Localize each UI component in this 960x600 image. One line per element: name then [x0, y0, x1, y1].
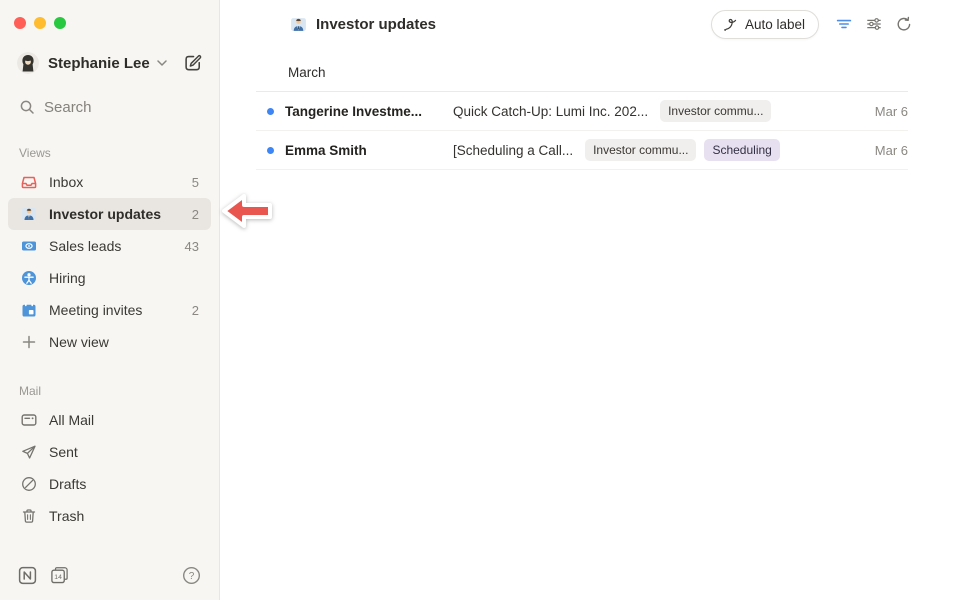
label-pill[interactable]: Investor commu... — [585, 139, 696, 161]
svg-text:14: 14 — [54, 573, 62, 580]
search-button[interactable]: Search — [0, 92, 219, 122]
email-list: March Tangerine Investme... Quick Catch-… — [256, 48, 908, 170]
email-tags: Investor commu... Scheduling — [585, 139, 780, 161]
account-name: Stephanie Lee — [48, 55, 150, 72]
sidebar-item-trash[interactable]: Trash — [8, 500, 211, 532]
auto-label-text: Auto label — [745, 17, 805, 32]
calendar-icon — [21, 302, 37, 318]
email-date: Mar 6 — [875, 143, 908, 158]
profile-switcher[interactable]: Stephanie Lee — [0, 40, 219, 78]
banknote-icon — [21, 238, 37, 254]
sidebar-item-label: Trash — [49, 508, 84, 524]
svg-text:?: ? — [189, 570, 195, 581]
view-header: Investor updates Auto label — [220, 0, 960, 48]
header-toolbar: Auto label — [711, 10, 912, 39]
envelope-icon — [21, 412, 37, 428]
sidebar-item-sent[interactable]: Sent — [8, 436, 211, 468]
pencil-circle-icon — [21, 476, 37, 492]
email-subject: Quick Catch-Up: Lumi Inc. 202... — [453, 104, 648, 119]
unread-dot — [267, 108, 274, 115]
minimize-window-button[interactable] — [34, 17, 46, 29]
sidebar-item-label: Sent — [49, 444, 78, 460]
views-section-label: Views — [0, 144, 219, 162]
email-date: Mar 6 — [875, 104, 908, 119]
investor-person-icon — [290, 16, 307, 33]
sidebar-item-label: Drafts — [49, 476, 86, 492]
unread-count: 5 — [192, 175, 199, 190]
email-row[interactable]: Tangerine Investme... Quick Catch-Up: Lu… — [256, 92, 908, 131]
sidebar-item-label: Investor updates — [49, 206, 161, 222]
unread-dot — [267, 147, 274, 154]
views-nav: Inbox 5 Investor updates 2 Sales leads 4… — [0, 166, 219, 358]
zoom-window-button[interactable] — [54, 17, 66, 29]
email-sender: Tangerine Investme... — [285, 104, 441, 119]
mail-nav: All Mail Sent Drafts Trash — [0, 404, 219, 532]
sidebar-item-meeting-invites[interactable]: Meeting invites 2 — [8, 294, 211, 326]
paper-plane-icon — [21, 444, 37, 460]
email-row[interactable]: Emma Smith [Scheduling a Call... Investo… — [256, 131, 908, 170]
label-pill[interactable]: Scheduling — [704, 139, 779, 161]
search-label: Search — [44, 99, 92, 116]
window-controls — [0, 0, 219, 40]
sidebar-item-new-view[interactable]: New view — [8, 326, 211, 358]
month-group-header: March — [256, 48, 908, 92]
chevron-down-icon — [157, 60, 167, 66]
sliders-icon[interactable] — [866, 16, 882, 32]
email-tags: Investor commu... — [660, 100, 771, 122]
sidebar-item-label: Inbox — [49, 174, 83, 190]
search-icon — [19, 99, 35, 115]
inbox-icon — [21, 174, 37, 190]
unread-count: 2 — [192, 303, 199, 318]
auto-label-button[interactable]: Auto label — [711, 10, 819, 39]
main-content: Investor updates Auto label March Tanger… — [220, 0, 960, 600]
plus-icon — [21, 334, 37, 350]
sidebar-item-drafts[interactable]: Drafts — [8, 468, 211, 500]
filter-icon[interactable] — [836, 16, 852, 32]
sidebar-item-inbox[interactable]: Inbox 5 — [8, 166, 211, 198]
sidebar-item-investor-updates[interactable]: Investor updates 2 — [8, 198, 211, 230]
avatar — [17, 52, 39, 74]
unread-count: 43 — [185, 239, 199, 254]
unread-count: 2 — [192, 207, 199, 222]
sidebar-item-label: Meeting invites — [49, 302, 142, 318]
email-subject: [Scheduling a Call... — [453, 143, 573, 158]
sidebar-item-label: All Mail — [49, 412, 94, 428]
label-pill[interactable]: Investor commu... — [660, 100, 771, 122]
sidebar-item-label: Hiring — [49, 270, 86, 286]
sidebar: Stephanie Lee Search Views Inbox 5 Inves… — [0, 0, 220, 600]
refresh-icon[interactable] — [896, 16, 912, 32]
email-sender: Emma Smith — [285, 143, 441, 158]
sidebar-footer: 14 ? — [0, 550, 219, 600]
mail-section-label: Mail — [0, 382, 219, 400]
sidebar-item-label: New view — [49, 334, 109, 350]
trash-icon — [21, 508, 37, 524]
help-icon[interactable]: ? — [182, 566, 201, 585]
sidebar-item-sales-leads[interactable]: Sales leads 43 — [8, 230, 211, 262]
page-title: Investor updates — [316, 16, 436, 33]
calendar-app-icon[interactable]: 14 — [50, 566, 69, 585]
sidebar-item-label: Sales leads — [49, 238, 121, 254]
compose-button[interactable] — [183, 53, 203, 73]
magic-wand-icon — [722, 16, 739, 33]
investor-person-icon — [21, 206, 37, 222]
sidebar-item-hiring[interactable]: Hiring — [8, 262, 211, 294]
mail-app-window: Stephanie Lee Search Views Inbox 5 Inves… — [0, 0, 960, 600]
sidebar-item-all-mail[interactable]: All Mail — [8, 404, 211, 436]
month-label: March — [288, 65, 326, 80]
notion-logo-icon[interactable] — [18, 566, 37, 585]
close-window-button[interactable] — [14, 17, 26, 29]
person-circle-icon — [21, 270, 37, 286]
